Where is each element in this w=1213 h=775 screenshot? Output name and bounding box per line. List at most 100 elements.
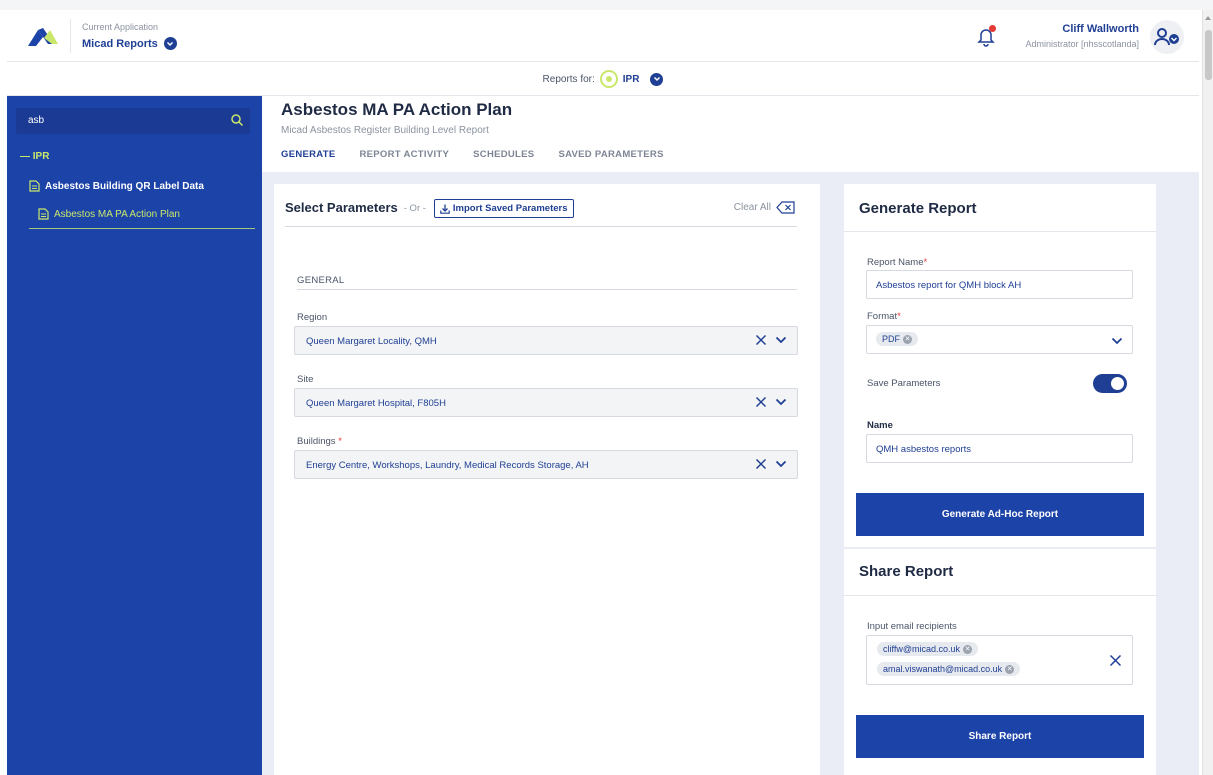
search-icon[interactable]: [230, 113, 244, 127]
clear-all-label: Clear All: [733, 202, 771, 213]
document-icon: [38, 208, 49, 220]
format-chip[interactable]: PDF ✕: [876, 332, 918, 346]
report-name-value: Asbestos report for QMH block AH: [876, 280, 1022, 291]
site-label: Site: [297, 374, 314, 385]
parameters-title: Select Parameters: [285, 200, 398, 215]
name-label: Name: [867, 420, 893, 431]
reports-for-value[interactable]: IPR: [623, 74, 640, 85]
sidebar-item-asbestos-qr[interactable]: Asbestos Building QR Label Data: [29, 180, 204, 192]
format-label: Format*: [867, 311, 901, 322]
sidebar-search-input[interactable]: asb: [16, 108, 250, 134]
app-name: Micad Reports: [82, 37, 158, 50]
report-name-input[interactable]: Asbestos report for QMH block AH: [866, 270, 1133, 299]
required-marker: *: [897, 311, 901, 322]
scrollbar-thumb[interactable]: [1205, 30, 1212, 80]
chevron-down-icon[interactable]: [650, 72, 664, 86]
user-name: Cliff Wallworth: [1062, 23, 1139, 35]
parameters-header: Select Parameters - Or - Import Saved Pa…: [285, 199, 797, 227]
email-recipients-label: Input email recipients: [867, 621, 957, 632]
chevron-down-icon[interactable]: [775, 458, 787, 470]
clear-icon[interactable]: [755, 458, 767, 470]
save-parameters-toggle[interactable]: [1093, 374, 1127, 393]
clear-icon[interactable]: [755, 334, 767, 346]
email-value: cliffw@micad.co.uk: [883, 644, 960, 654]
region-select[interactable]: Queen Margaret Locality, QMH: [294, 326, 798, 355]
chevron-down-icon[interactable]: [775, 334, 787, 346]
save-parameters-label: Save Parameters: [867, 378, 941, 389]
download-icon: [440, 204, 450, 214]
sidebar-item-asbestos-ma-pa[interactable]: Asbestos MA PA Action Plan: [38, 208, 180, 220]
header-divider: [70, 19, 71, 53]
active-item-underline: [29, 228, 255, 229]
site-select[interactable]: Queen Margaret Hospital, F805H: [294, 388, 798, 417]
panel-divider: [844, 595, 1156, 596]
tab-schedules[interactable]: SCHEDULES: [473, 149, 534, 160]
page-header: Asbestos MA PA Action Plan Micad Asbesto…: [262, 96, 1199, 172]
app-header: Current Application Micad Reports Cliff …: [7, 10, 1199, 62]
clear-all-button[interactable]: Clear All: [734, 201, 795, 214]
tree-root-ipr[interactable]: — IPR: [20, 151, 49, 162]
tab-report-activity[interactable]: REPORT ACTIVITY: [359, 149, 449, 160]
buildings-value: Energy Centre, Workshops, Laundry, Medic…: [306, 460, 589, 471]
email-recipients-input[interactable]: cliffw@micad.co.uk ✕ amal.viswanath@mica…: [866, 635, 1133, 685]
required-marker: *: [338, 436, 342, 447]
buildings-label: Buildings *: [297, 436, 342, 447]
window-top-strip: [0, 0, 1213, 10]
user-role: Administrator [nhsscotlanda]: [1025, 39, 1139, 49]
sidebar-item-label: Asbestos MA PA Action Plan: [54, 208, 180, 220]
chevron-down-icon[interactable]: [775, 396, 787, 408]
clear-icon[interactable]: [755, 396, 767, 408]
tab-generate[interactable]: GENERATE: [281, 149, 335, 160]
or-separator: - Or -: [403, 203, 426, 214]
generate-report-panel: Generate Report Report Name* Asbestos re…: [844, 184, 1156, 547]
region-label: Region: [297, 312, 328, 323]
buildings-select[interactable]: Energy Centre, Workshops, Laundry, Medic…: [294, 450, 798, 479]
required-marker: *: [923, 257, 928, 268]
sidebar-item-label: Asbestos Building QR Label Data: [45, 180, 204, 192]
panel-divider: [844, 231, 1156, 232]
page-title: Asbestos MA PA Action Plan: [281, 100, 513, 119]
micad-logo: [28, 28, 58, 46]
chip-remove-icon[interactable]: ✕: [903, 334, 912, 344]
sidebar: asb — IPR Asbestos Building QR Label Dat…: [7, 96, 262, 775]
scroll-up-arrow-icon[interactable]: [1205, 16, 1211, 20]
clear-icon[interactable]: [1109, 654, 1122, 667]
share-report-panel: Share Report Input email recipients clif…: [844, 549, 1156, 775]
report-name-label: Report Name*: [867, 257, 928, 268]
import-saved-parameters-button[interactable]: Import Saved Parameters: [433, 199, 574, 218]
reports-for-bar: Reports for: IPR: [7, 63, 1199, 96]
share-report-title: Share Report: [859, 563, 954, 580]
email-chip[interactable]: cliffw@micad.co.uk ✕: [877, 642, 978, 656]
region-value: Queen Margaret Locality, QMH: [306, 336, 437, 347]
email-value: amal.viswanath@micad.co.uk: [883, 664, 1003, 674]
email-chip[interactable]: amal.viswanath@micad.co.uk ✕: [877, 662, 1021, 676]
select-parameters-panel: Select Parameters - Or - Import Saved Pa…: [274, 184, 820, 775]
share-report-button[interactable]: Share Report: [856, 715, 1144, 758]
format-value: PDF: [882, 334, 900, 344]
chip-remove-icon[interactable]: ✕: [963, 644, 972, 654]
page-scrollbar[interactable]: [1202, 10, 1213, 775]
reports-for-label: Reports for:: [542, 73, 595, 85]
backspace-clear-icon: [776, 201, 795, 214]
document-icon: [29, 180, 40, 192]
search-value: asb: [28, 115, 45, 126]
parameter-name-input[interactable]: QMH asbestos reports: [866, 434, 1133, 463]
import-label: Import Saved Parameters: [452, 203, 568, 214]
user-avatar[interactable]: [1150, 20, 1184, 54]
tab-bar: GENERATE REPORT ACTIVITY SCHEDULES SAVED…: [281, 149, 664, 160]
site-value: Queen Margaret Hospital, F805H: [306, 398, 446, 409]
page-subtitle: Micad Asbestos Register Building Level R…: [281, 125, 489, 136]
notifications-bell-icon[interactable]: [975, 25, 997, 47]
user-menu-icon: [1154, 28, 1179, 46]
chip-remove-icon[interactable]: ✕: [1005, 664, 1015, 674]
format-select[interactable]: PDF ✕: [866, 325, 1133, 354]
ipr-icon: [599, 70, 618, 88]
app-switcher[interactable]: Micad Reports: [82, 37, 177, 50]
parameter-name-value: QMH asbestos reports: [876, 444, 972, 455]
generate-report-title: Generate Report: [859, 200, 977, 217]
section-divider: [297, 289, 797, 290]
chevron-down-icon[interactable]: [1111, 335, 1123, 347]
generate-ad-hoc-report-button[interactable]: Generate Ad-Hoc Report: [856, 493, 1144, 536]
app-caption: Current Application: [82, 22, 159, 32]
tab-saved-parameters[interactable]: SAVED PARAMETERS: [558, 149, 663, 160]
